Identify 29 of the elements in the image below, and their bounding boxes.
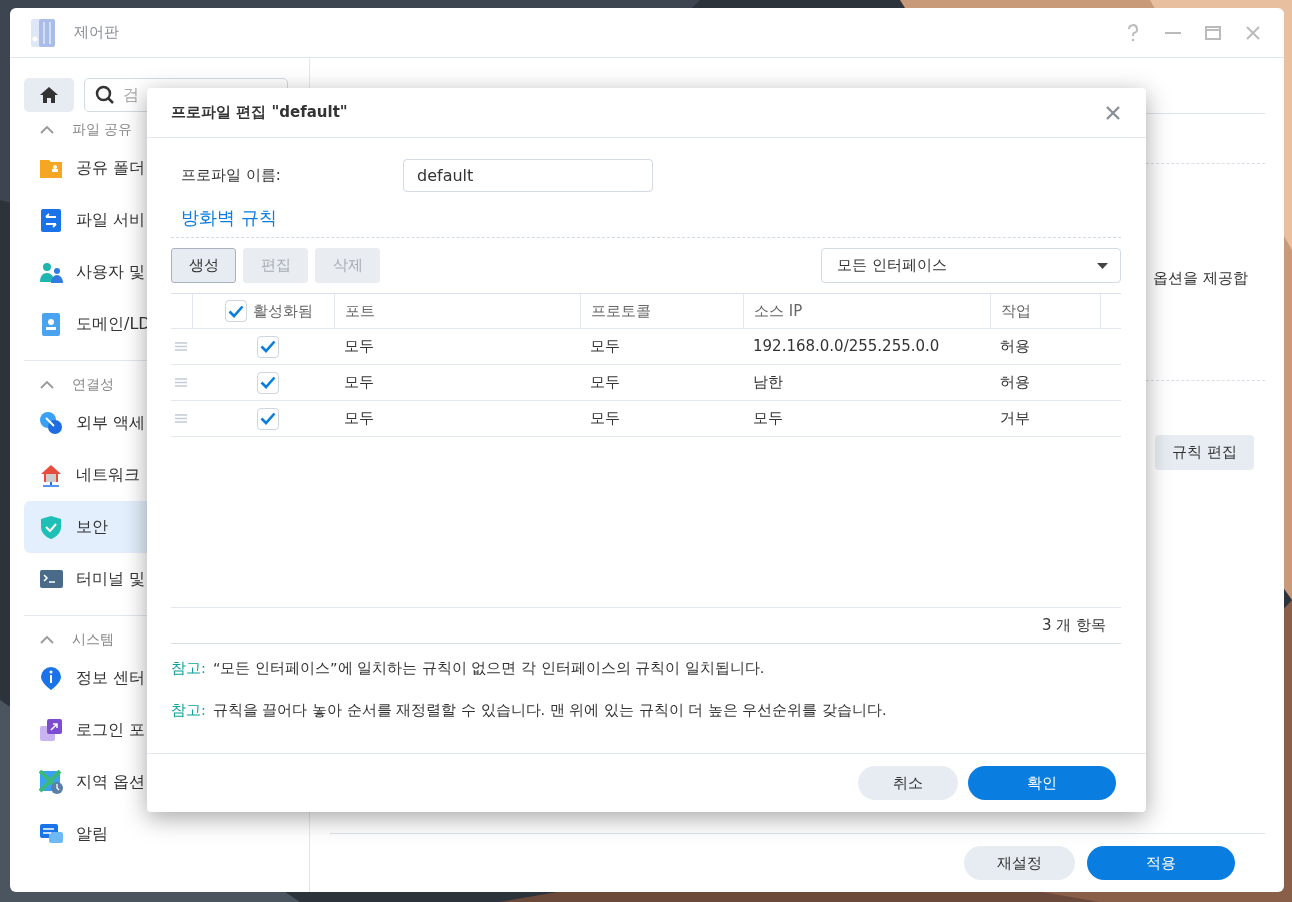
section-title: 연결성 — [72, 374, 114, 394]
column-header: 프로토콜 — [591, 300, 651, 322]
note-text: 참고: 규칙을 끌어다 놓아 순서를 재정렬할 수 있습니다. 맨 위에 있는 규칙이 더 높은 우선순위를 갖습니다. — [171, 700, 888, 720]
table-cell-text: 모두 — [753, 408, 783, 430]
section-title: 방화벽 규칙 — [181, 207, 277, 228]
column-header: 소스 IP — [754, 300, 803, 322]
table-cell-text: 허용 — [1000, 372, 1030, 394]
table-cell-text: 모두 — [344, 336, 374, 358]
table-cell-text: 모두 — [344, 372, 374, 394]
item-count: 3 개 항목 — [1041, 615, 1106, 637]
table-cell-text: 192.168.0.0/255.255.0.0 — [753, 336, 940, 358]
table-cell-text: 허용 — [1000, 336, 1030, 358]
table-cell-text: 남한 — [753, 372, 783, 394]
field-label: 프로파일 이름: — [180, 164, 282, 186]
note-text: 참고: “모든 인터페이스”에 일치하는 규칙이 없으면 각 인터페이스의 규칙이 일치됩니다. — [171, 659, 766, 678]
column-header: 활성화됨 — [252, 300, 313, 322]
description-text: 옵션을 제공합 — [1153, 268, 1248, 289]
table-cell-text: 모두 — [590, 372, 620, 394]
table-cell-text: 모두 — [344, 408, 374, 430]
section-title: 파일 공유 — [72, 119, 133, 139]
column-header: 포트 — [345, 300, 375, 322]
table-cell-text: 모두 — [590, 336, 620, 358]
window-title: 제어판 — [74, 22, 119, 44]
table-cell-text: 거부 — [1000, 408, 1030, 430]
dialog-title: 프로파일 편집 "default" — [171, 102, 348, 124]
section-title: 시스템 — [72, 629, 114, 649]
column-header: 작업 — [1001, 300, 1031, 322]
table-cell-text: 모두 — [590, 408, 620, 430]
search-placeholder: 검 — [123, 84, 139, 106]
